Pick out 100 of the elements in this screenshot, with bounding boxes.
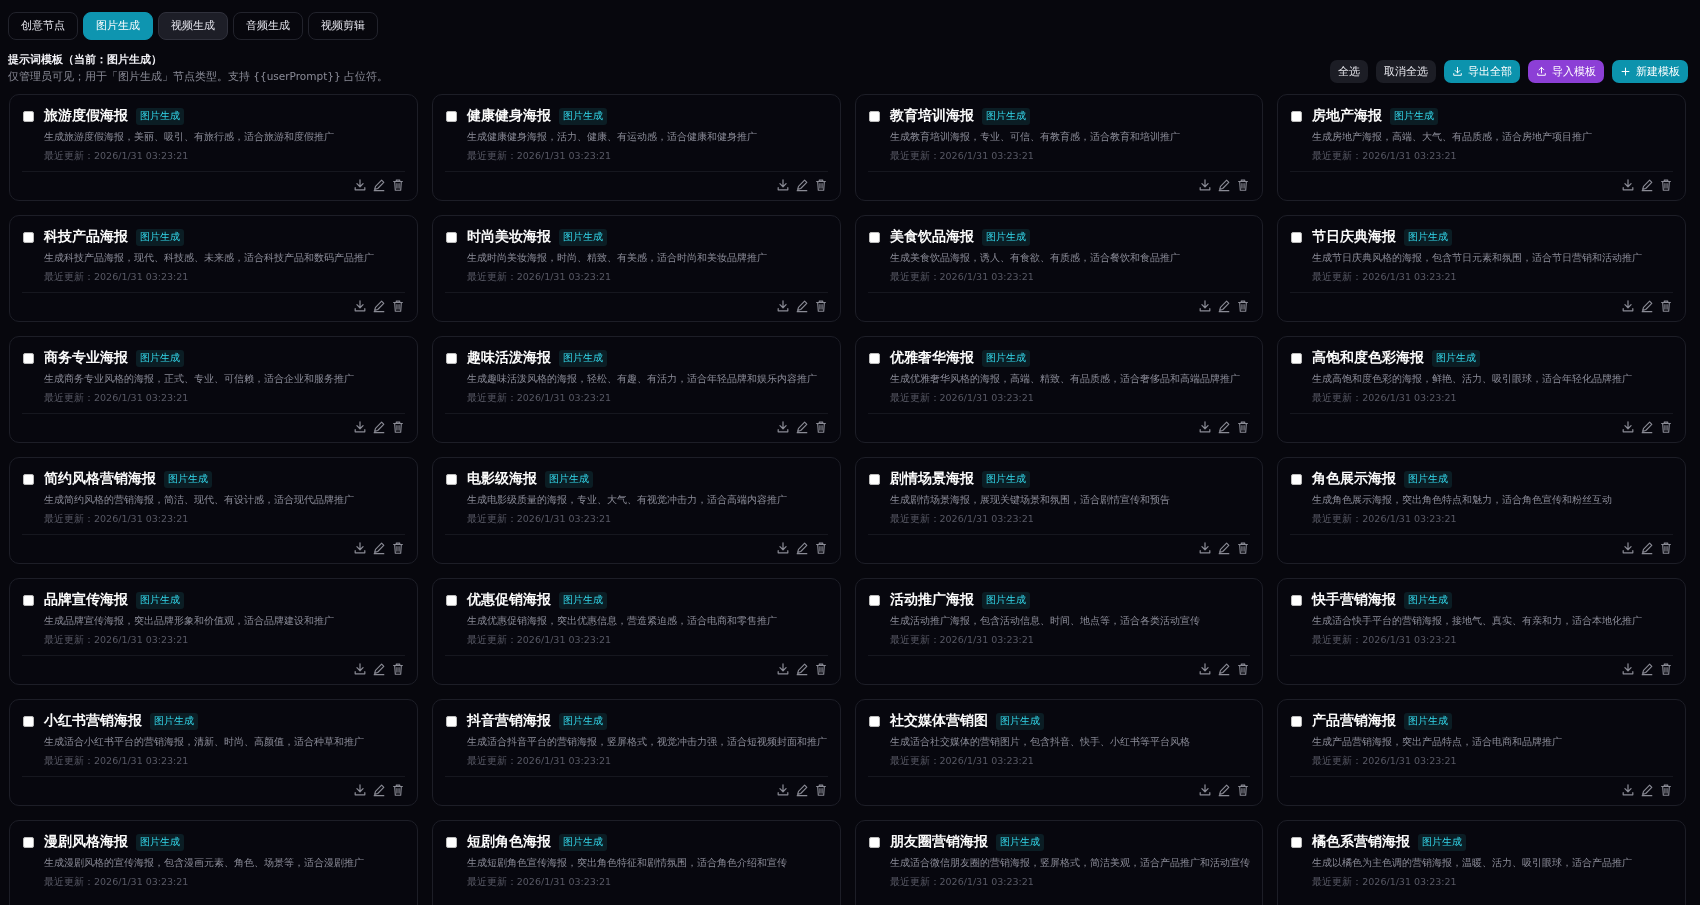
- edit-icon[interactable]: [1640, 299, 1654, 313]
- checkbox[interactable]: [868, 352, 880, 364]
- download-icon[interactable]: [1621, 420, 1635, 434]
- checkbox[interactable]: [868, 110, 880, 122]
- delete-icon[interactable]: [390, 783, 405, 797]
- checkbox[interactable]: [868, 231, 880, 243]
- download-icon[interactable]: [352, 783, 367, 797]
- edit-icon[interactable]: [1640, 783, 1654, 797]
- checkbox[interactable]: [445, 473, 457, 485]
- checkbox[interactable]: [23, 473, 34, 485]
- node-type-tab[interactable]: 创意节点: [8, 12, 78, 40]
- node-type-tab[interactable]: 视频剪辑: [308, 12, 378, 40]
- checkbox[interactable]: [23, 352, 34, 364]
- action-button[interactable]: 取消全选: [1376, 60, 1436, 83]
- checkbox[interactable]: [1291, 473, 1303, 485]
- delete-icon[interactable]: [390, 420, 405, 434]
- edit-icon[interactable]: [1640, 541, 1654, 555]
- delete-icon[interactable]: [1659, 662, 1673, 676]
- edit-icon[interactable]: [371, 299, 386, 313]
- edit-icon[interactable]: [794, 783, 809, 797]
- edit-icon[interactable]: [371, 783, 386, 797]
- download-icon[interactable]: [352, 299, 367, 313]
- delete-icon[interactable]: [390, 662, 405, 676]
- download-icon[interactable]: [1621, 541, 1635, 555]
- edit-icon[interactable]: [1217, 662, 1232, 676]
- delete-icon[interactable]: [390, 541, 405, 555]
- download-icon[interactable]: [1621, 178, 1635, 192]
- edit-icon[interactable]: [1640, 178, 1654, 192]
- download-icon[interactable]: [775, 420, 790, 434]
- checkbox[interactable]: [868, 836, 880, 848]
- download-icon[interactable]: [1198, 299, 1213, 313]
- download-icon[interactable]: [352, 420, 367, 434]
- delete-icon[interactable]: [390, 178, 405, 192]
- delete-icon[interactable]: [1236, 178, 1251, 192]
- delete-icon[interactable]: [1236, 541, 1251, 555]
- delete-icon[interactable]: [1659, 299, 1673, 313]
- edit-icon[interactable]: [794, 178, 809, 192]
- action-button[interactable]: 新建模板: [1612, 60, 1688, 83]
- checkbox[interactable]: [1291, 594, 1303, 606]
- download-icon[interactable]: [775, 178, 790, 192]
- edit-icon[interactable]: [1217, 420, 1232, 434]
- edit-icon[interactable]: [371, 178, 386, 192]
- delete-icon[interactable]: [390, 299, 405, 313]
- download-icon[interactable]: [1198, 541, 1213, 555]
- download-icon[interactable]: [1621, 662, 1635, 676]
- delete-icon[interactable]: [1659, 541, 1673, 555]
- edit-icon[interactable]: [1217, 541, 1232, 555]
- checkbox[interactable]: [23, 594, 34, 606]
- checkbox[interactable]: [1291, 231, 1303, 243]
- edit-icon[interactable]: [1217, 299, 1232, 313]
- checkbox[interactable]: [445, 594, 457, 606]
- checkbox[interactable]: [445, 231, 457, 243]
- download-icon[interactable]: [1198, 178, 1213, 192]
- node-type-tab[interactable]: 音频生成: [233, 12, 303, 40]
- node-type-tab[interactable]: 图片生成: [83, 12, 153, 40]
- node-type-tab[interactable]: 视频生成: [158, 12, 228, 40]
- download-icon[interactable]: [775, 783, 790, 797]
- checkbox[interactable]: [23, 715, 34, 727]
- checkbox[interactable]: [445, 110, 457, 122]
- delete-icon[interactable]: [813, 178, 828, 192]
- checkbox[interactable]: [445, 352, 457, 364]
- delete-icon[interactable]: [1659, 178, 1673, 192]
- checkbox[interactable]: [1291, 836, 1303, 848]
- delete-icon[interactable]: [1659, 420, 1673, 434]
- delete-icon[interactable]: [1236, 783, 1251, 797]
- edit-icon[interactable]: [1640, 662, 1654, 676]
- edit-icon[interactable]: [371, 662, 386, 676]
- delete-icon[interactable]: [813, 662, 828, 676]
- edit-icon[interactable]: [794, 662, 809, 676]
- delete-icon[interactable]: [813, 541, 828, 555]
- download-icon[interactable]: [775, 662, 790, 676]
- download-icon[interactable]: [352, 541, 367, 555]
- action-button[interactable]: 全选: [1330, 60, 1368, 83]
- edit-icon[interactable]: [1640, 420, 1654, 434]
- download-icon[interactable]: [775, 299, 790, 313]
- checkbox[interactable]: [23, 231, 34, 243]
- download-icon[interactable]: [1198, 783, 1213, 797]
- checkbox[interactable]: [1291, 715, 1303, 727]
- checkbox[interactable]: [445, 836, 457, 848]
- action-button[interactable]: 导出全部: [1444, 60, 1520, 83]
- checkbox[interactable]: [23, 110, 34, 122]
- checkbox[interactable]: [1291, 110, 1303, 122]
- download-icon[interactable]: [352, 178, 367, 192]
- delete-icon[interactable]: [1236, 299, 1251, 313]
- delete-icon[interactable]: [1236, 420, 1251, 434]
- checkbox[interactable]: [1291, 352, 1303, 364]
- download-icon[interactable]: [1198, 662, 1213, 676]
- edit-icon[interactable]: [371, 420, 386, 434]
- edit-icon[interactable]: [1217, 783, 1232, 797]
- checkbox[interactable]: [868, 594, 880, 606]
- checkbox[interactable]: [868, 715, 880, 727]
- checkbox[interactable]: [445, 715, 457, 727]
- checkbox[interactable]: [868, 473, 880, 485]
- edit-icon[interactable]: [794, 299, 809, 313]
- edit-icon[interactable]: [1217, 178, 1232, 192]
- download-icon[interactable]: [775, 541, 790, 555]
- checkbox[interactable]: [23, 836, 34, 848]
- download-icon[interactable]: [1621, 299, 1635, 313]
- edit-icon[interactable]: [794, 420, 809, 434]
- download-icon[interactable]: [1198, 420, 1213, 434]
